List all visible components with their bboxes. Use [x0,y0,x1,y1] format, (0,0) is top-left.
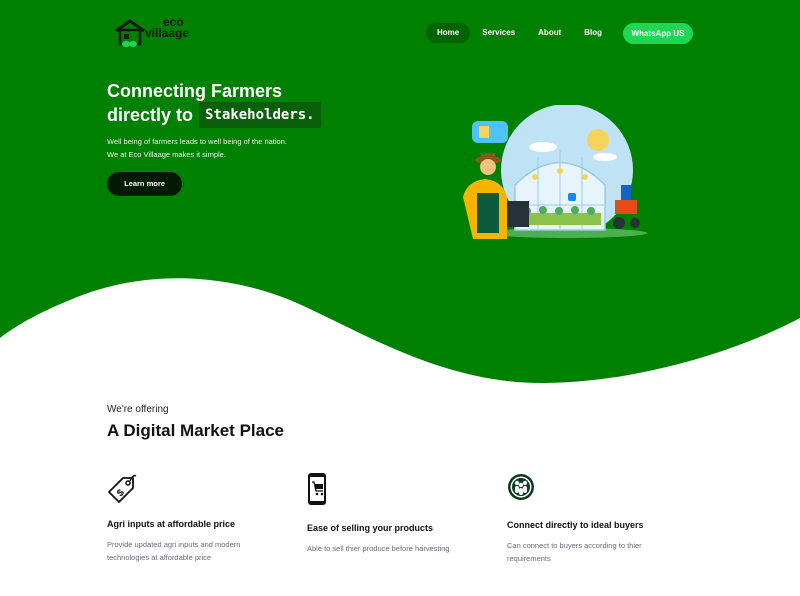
offering-subtitle: We're offering [107,404,169,415]
feature-text: Can connect to buyers according to thier… [507,541,642,563]
svg-text:$: $ [115,487,127,499]
nav-about[interactable]: About [527,23,572,43]
hero-title-line2: directly to [107,105,194,125]
people-group-icon [508,474,534,500]
hero-description: Well being of farmers leads to well bein… [107,135,287,161]
hero-text-line1: Well being of farmers leads to well bein… [107,137,287,146]
feature-buyers: Connect directly to ideal buyers Can con… [507,472,652,565]
nav-blog[interactable]: Blog [573,23,613,43]
hero-highlight: Stakeholders. [199,102,321,128]
feature-text: Able to sell thier produce before harves… [307,544,450,553]
main-nav: Home Services About Blog [426,23,613,43]
price-tag-icon: $ [108,474,137,503]
feature-selling: Ease of selling your products Able to se… [307,472,452,555]
nav-services[interactable]: Services [471,23,526,43]
feature-text: Provide updated agri inputs and modern t… [107,540,241,562]
feature-title: Connect directly to ideal buyers [507,520,644,530]
feature-title: Agri inputs at affordable price [107,519,236,529]
logo-line2: villaage [145,26,190,40]
mobile-cart-icon [308,473,326,505]
feature-agri-inputs: $ Agri inputs at affordable price Provid… [107,472,252,564]
hero-title-line1: Connecting Farmers [107,81,283,101]
hero-section: eco villaage Home Services About Blog Wh… [0,0,800,385]
logo-text[interactable]: eco villaage [145,16,190,40]
learn-more-button[interactable]: Learn more [107,172,182,196]
offering-title: A Digital Market Place [107,421,284,440]
whatsapp-button[interactable]: WhatsApp US [623,23,693,44]
nav-home[interactable]: Home [426,23,471,43]
hero-title: Connecting Farmers directly to Stakehold… [107,80,321,128]
feature-title: Ease of selling your products [307,523,434,533]
farmer-greenhouse-illustration [463,105,647,239]
hero-text-line2: We at Eco Villaage makes it simple. [107,150,226,159]
